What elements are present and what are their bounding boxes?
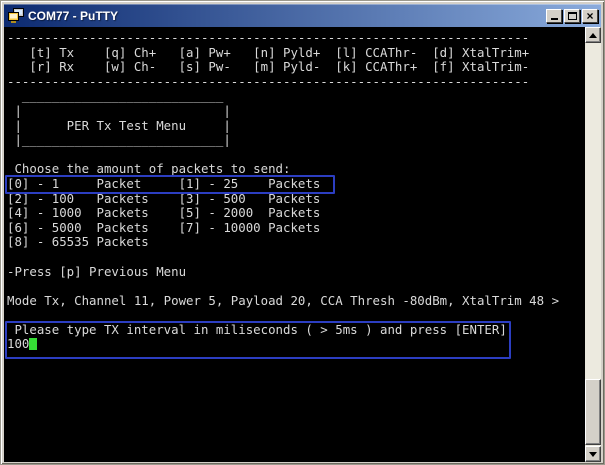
window-title: COM77 - PuTTY [28,8,119,23]
input-line: 100 [7,337,585,352]
scroll-up-button[interactable] [585,27,601,43]
choose-packets-prompt: Choose the amount of packets to send: [7,161,291,177]
minimize-button[interactable] [546,8,562,23]
terminal-line-shortcuts-1: [t] Tx [q] Ch+ [a] Pw+ [n] Pyld+ [l] CCA… [7,44,530,60]
menu-box-side: | | [7,102,231,118]
packets-option-row-4-5: [4] - 1000 Packets [5] - 2000 Packets [7,205,321,221]
tx-interval-prompt: Please type TX interval in miliseconds (… [7,321,507,337]
terminal-cursor [29,338,37,351]
terminal-line: ----------------------------------------… [7,73,530,89]
close-icon: × [586,8,594,23]
close-button[interactable]: × [582,8,598,23]
terminal-line-shortcuts-2: [r] Rx [w] Ch- [s] Pw- [m] Pyld- [k] CCA… [7,59,530,75]
putty-window: COM77 - PuTTY × ------------------------… [0,0,605,465]
packets-option-row-0-1: [0] - 1 Packet [1] - 25 Packets [7,175,321,191]
menu-box-top: ___________________________ [7,88,224,104]
scroll-down-icon [589,451,597,457]
terminal-screen[interactable]: ----------------------------------------… [4,27,585,462]
putty-icon [8,7,24,23]
maximize-button[interactable] [564,8,580,23]
menu-box-title: | PER Tx Test Menu | [7,117,231,133]
maximize-icon [567,11,577,20]
tx-interval-input[interactable]: 100 [7,336,29,352]
minimize-icon [550,17,558,20]
window-controls: × [546,8,598,23]
status-line: Mode Tx, Channel 11, Power 5, Payload 20… [7,292,560,308]
terminal-line: ----------------------------------------… [7,30,530,45]
packets-option-row-2-3: [2] - 100 Packets [3] - 500 Packets [7,190,321,206]
client-area: ----------------------------------------… [4,27,601,462]
scroll-up-icon [589,32,597,38]
packets-option-row-6-7: [6] - 5000 Packets [7] - 10000 Packets [7,219,321,235]
titlebar[interactable]: COM77 - PuTTY × [4,4,601,27]
scrollbar[interactable] [585,27,601,462]
menu-box-bottom: |___________________________| [7,132,231,148]
scrollbar-thumb[interactable] [585,379,601,445]
packets-option-row-8: [8] - 65535 Packets [7,234,149,250]
scroll-down-button[interactable] [585,446,601,462]
previous-menu-hint: -Press [p] Previous Menu [7,263,187,279]
